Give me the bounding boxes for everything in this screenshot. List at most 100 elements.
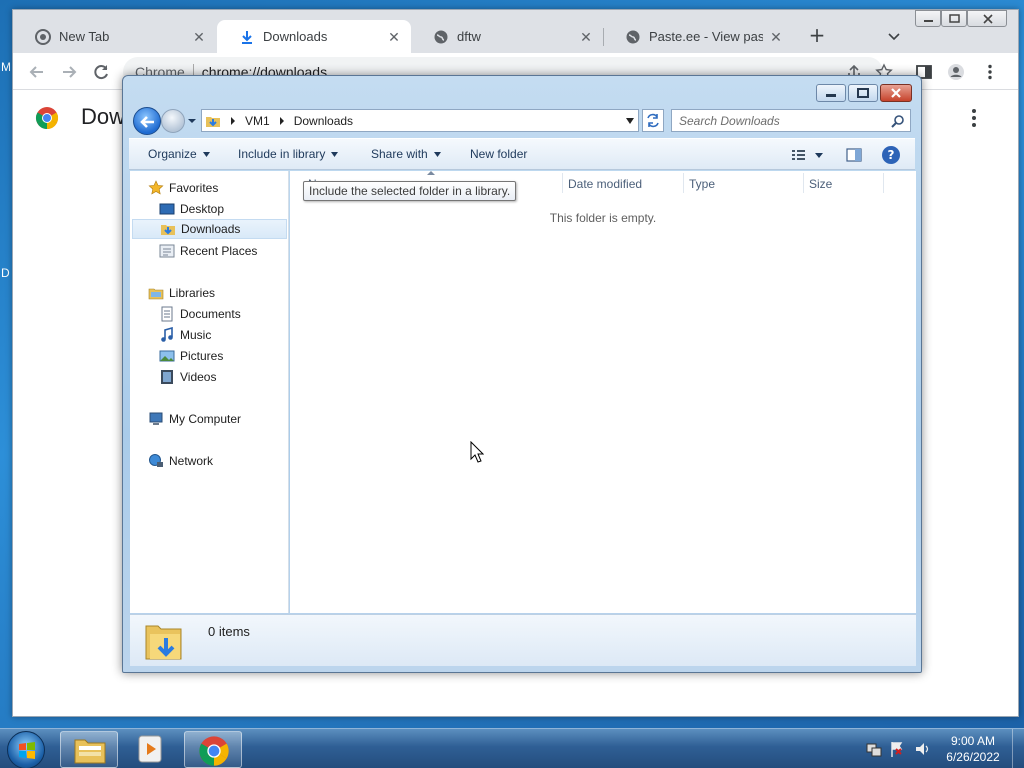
explorer-forward-button[interactable] [161, 109, 185, 133]
close-tab-icon[interactable]: ✕ [769, 30, 783, 44]
nav-downloads[interactable]: Downloads [132, 219, 287, 239]
organize-button[interactable]: Organize [148, 147, 210, 161]
preview-pane-icon[interactable] [846, 147, 862, 163]
explorer-navigation-bar: VM1 Downloads Search Downloads [131, 106, 915, 136]
forward-arrow-icon[interactable] [59, 62, 79, 82]
nav-label: My Computer [169, 412, 242, 426]
close-button[interactable] [967, 10, 1007, 27]
column-header-date-modified[interactable]: Date modified [568, 177, 642, 191]
chrome-logo-icon [36, 107, 58, 129]
breadcrumb-downloads[interactable]: Downloads [294, 114, 353, 128]
change-view-icon[interactable] [791, 148, 823, 162]
tab-search-chevron-icon[interactable] [886, 28, 902, 44]
explorer-maximize-button[interactable] [848, 84, 878, 102]
nav-desktop[interactable]: Desktop [159, 199, 224, 219]
desktop-icon [159, 203, 175, 215]
breadcrumb-arrow-icon [231, 116, 235, 125]
tooltip: Include the selected folder in a library… [303, 181, 517, 201]
network-icon [149, 454, 163, 467]
nav-videos[interactable]: Videos [159, 367, 216, 387]
new-folder-button[interactable]: New folder [470, 147, 527, 161]
navigation-pane: Favorites Desktop Downloads Recent Place… [130, 171, 289, 613]
tab-label: Paste.ee - View paste Ro [649, 29, 763, 44]
nav-label: Desktop [180, 202, 225, 216]
clock[interactable]: 9:00 AM 6/26/2022 [938, 733, 1008, 765]
close-tab-icon[interactable]: ✕ [579, 30, 593, 44]
explorer-minimize-button[interactable] [816, 84, 846, 102]
column-divider[interactable] [803, 173, 804, 193]
start-button[interactable] [7, 731, 45, 768]
recent-pages-dropdown-icon[interactable] [187, 117, 197, 125]
explorer-window: VM1 Downloads Search Downloads Organize … [122, 75, 922, 673]
more-options-icon[interactable] [971, 108, 977, 128]
nav-label: Favorites [169, 181, 219, 195]
breadcrumb-vm1[interactable]: VM1 [245, 114, 270, 128]
maximize-button[interactable] [941, 10, 967, 27]
explorer-close-button[interactable] [880, 84, 912, 102]
network-tray-icon[interactable] [866, 743, 882, 757]
sort-arrow-icon [427, 171, 435, 175]
computer-icon [149, 412, 163, 425]
chrome-menu-icon[interactable] [981, 63, 999, 81]
close-tab-icon[interactable]: ✕ [192, 30, 206, 44]
empty-folder-message: This folder is empty. [549, 211, 657, 225]
explorer-back-button[interactable] [133, 107, 161, 135]
action-center-flag-icon[interactable] [891, 742, 903, 757]
libraries-icon [148, 288, 164, 300]
organize-label: Organize [148, 147, 197, 161]
page-title: Dow [81, 104, 126, 129]
nav-label: Network [169, 454, 214, 468]
profile-avatar-icon[interactable] [947, 63, 965, 81]
address-dropdown-icon[interactable] [626, 118, 634, 124]
desktop-icon-label-m: M [1, 60, 11, 74]
column-header-size[interactable]: Size [809, 177, 832, 191]
tab-label: dftw [457, 29, 481, 44]
minimize-button[interactable] [915, 10, 941, 27]
tab-dftw[interactable]: dftw ✕ [411, 20, 603, 53]
nav-recent-places[interactable]: Recent Places [159, 241, 257, 261]
nav-label: Videos [180, 370, 217, 384]
close-tab-icon[interactable]: ✕ [387, 30, 401, 44]
column-header-type[interactable]: Type [689, 177, 715, 191]
include-in-library-button[interactable]: Include in library [238, 147, 339, 161]
taskbar-media-player-button[interactable] [122, 731, 180, 768]
tab-paste-ee[interactable]: Paste.ee - View paste Ro ✕ [603, 20, 793, 53]
mouse-cursor-icon [470, 441, 484, 463]
nav-music[interactable]: Music [159, 325, 211, 345]
nav-pictures[interactable]: Pictures [159, 346, 223, 366]
tab-downloads[interactable]: Downloads ✕ [217, 20, 411, 53]
file-list-pane[interactable]: Name Date modified Type Size This folder… [290, 171, 916, 613]
details-pane: 0 items [130, 614, 916, 666]
nav-my-computer[interactable]: My Computer [148, 409, 241, 429]
downloads-folder-icon [161, 225, 175, 235]
new-tab-button[interactable]: + [807, 25, 827, 46]
nav-libraries[interactable]: Libraries [148, 283, 215, 303]
download-icon [242, 30, 252, 44]
nav-documents[interactable]: Documents [159, 304, 241, 324]
breadcrumb-arrow-icon [279, 116, 284, 125]
volume-icon[interactable] [916, 743, 929, 755]
share-with-button[interactable]: Share with [371, 147, 441, 161]
column-divider[interactable] [683, 173, 684, 193]
globe-icon [434, 30, 448, 43]
explorer-address-bar[interactable]: VM1 Downloads [201, 109, 639, 132]
show-desktop-button[interactable] [1012, 729, 1024, 768]
refresh-button[interactable] [642, 109, 664, 132]
taskbar-explorer-button[interactable] [60, 731, 118, 768]
recent-places-icon [159, 244, 175, 258]
search-icon[interactable] [891, 114, 905, 128]
taskbar: 9:00 AM 6/26/2022 [0, 728, 1024, 768]
chevron-down-icon [433, 151, 441, 157]
chrome-logo-icon [199, 736, 229, 766]
reload-icon[interactable] [91, 62, 111, 82]
nav-favorites[interactable]: Favorites [148, 178, 218, 198]
back-arrow-icon[interactable] [27, 62, 47, 82]
taskbar-chrome-button[interactable] [184, 731, 242, 768]
nav-network[interactable]: Network [148, 451, 213, 471]
explorer-search-input[interactable]: Search Downloads [671, 109, 911, 132]
column-divider[interactable] [883, 173, 884, 193]
column-divider[interactable] [562, 173, 563, 193]
tab-new-tab[interactable]: New Tab ✕ [13, 20, 216, 53]
help-icon[interactable]: ? [882, 146, 900, 164]
nav-label: Music [180, 328, 212, 342]
